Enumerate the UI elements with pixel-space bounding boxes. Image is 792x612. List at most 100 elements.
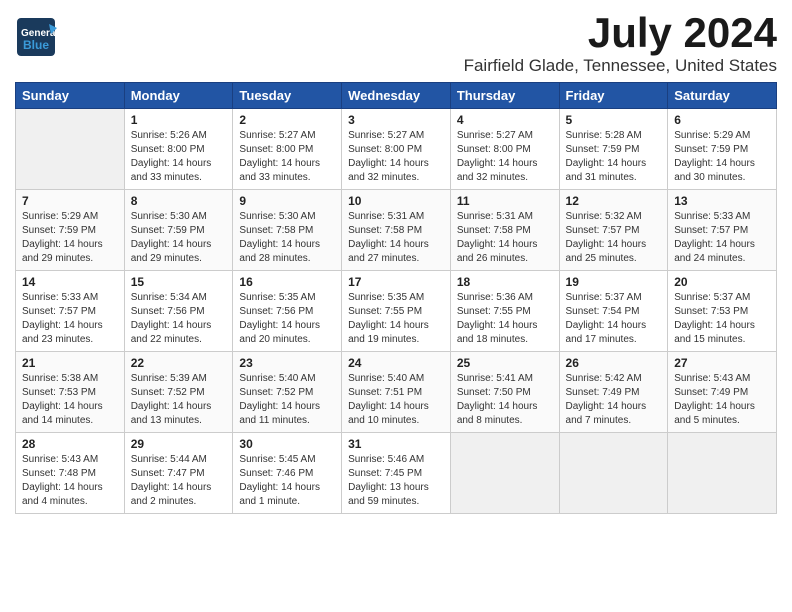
calendar-table: SundayMondayTuesdayWednesdayThursdayFrid… <box>15 82 777 514</box>
day-number: 16 <box>239 275 335 289</box>
calendar-cell: 30 Sunrise: 5:45 AM Sunset: 7:46 PM Dayli… <box>233 433 342 514</box>
day-number: 15 <box>131 275 227 289</box>
day-number: 8 <box>131 194 227 208</box>
calendar-row-2: 14 Sunrise: 5:33 AM Sunset: 7:57 PM Dayli… <box>16 271 777 352</box>
calendar-cell: 24 Sunrise: 5:40 AM Sunset: 7:51 PM Dayli… <box>342 352 451 433</box>
day-number: 29 <box>131 437 227 451</box>
cell-content: Sunrise: 5:41 AM Sunset: 7:50 PM Dayligh… <box>457 372 553 428</box>
cell-content: Sunrise: 5:33 AM Sunset: 7:57 PM Dayligh… <box>22 291 118 347</box>
calendar-row-3: 21 Sunrise: 5:38 AM Sunset: 7:53 PM Dayli… <box>16 352 777 433</box>
cell-content: Sunrise: 5:43 AM Sunset: 7:49 PM Dayligh… <box>674 372 770 428</box>
day-number: 10 <box>348 194 444 208</box>
day-number: 12 <box>566 194 662 208</box>
day-number: 27 <box>674 356 770 370</box>
cell-content: Sunrise: 5:37 AM Sunset: 7:53 PM Dayligh… <box>674 291 770 347</box>
calendar-cell: 6 Sunrise: 5:29 AM Sunset: 7:59 PM Daylig… <box>668 109 777 190</box>
calendar-cell: 12 Sunrise: 5:32 AM Sunset: 7:57 PM Dayli… <box>559 190 668 271</box>
day-number: 22 <box>131 356 227 370</box>
day-number: 24 <box>348 356 444 370</box>
cell-content: Sunrise: 5:29 AM Sunset: 7:59 PM Dayligh… <box>22 210 118 266</box>
calendar-cell <box>450 433 559 514</box>
cell-content: Sunrise: 5:31 AM Sunset: 7:58 PM Dayligh… <box>348 210 444 266</box>
cell-content: Sunrise: 5:43 AM Sunset: 7:48 PM Dayligh… <box>22 453 118 509</box>
calendar-cell <box>559 433 668 514</box>
cell-content: Sunrise: 5:44 AM Sunset: 7:47 PM Dayligh… <box>131 453 227 509</box>
calendar-cell: 4Sunrise: 5:27 AM Sunset: 8:00 PM Daylig… <box>450 109 559 190</box>
cell-content: Sunrise: 5:35 AM Sunset: 7:55 PM Dayligh… <box>348 291 444 347</box>
day-number: 28 <box>22 437 118 451</box>
cell-content: Sunrise: 5:36 AM Sunset: 7:55 PM Dayligh… <box>457 291 553 347</box>
calendar-cell: 7Sunrise: 5:29 AM Sunset: 7:59 PM Daylig… <box>16 190 125 271</box>
cell-content: Sunrise: 5:42 AM Sunset: 7:49 PM Dayligh… <box>566 372 662 428</box>
month-year-title: July 2024 <box>464 10 777 56</box>
logo: General Blue <box>15 16 57 58</box>
calendar-cell: 29 Sunrise: 5:44 AM Sunset: 7:47 PM Dayli… <box>124 433 233 514</box>
cell-content: Sunrise: 5:45 AM Sunset: 7:46 PM Dayligh… <box>239 453 335 509</box>
calendar-cell <box>16 109 125 190</box>
cell-content: Sunrise: 5:28 AM Sunset: 7:59 PM Dayligh… <box>566 129 662 185</box>
location-subtitle: Fairfield Glade, Tennessee, United State… <box>464 56 777 76</box>
day-number: 9 <box>239 194 335 208</box>
title-block: July 2024 Fairfield Glade, Tennessee, Un… <box>464 10 777 76</box>
calendar-row-4: 28 Sunrise: 5:43 AM Sunset: 7:48 PM Dayli… <box>16 433 777 514</box>
cell-content: Sunrise: 5:26 AM Sunset: 8:00 PM Dayligh… <box>131 129 227 185</box>
calendar-cell: 20 Sunrise: 5:37 AM Sunset: 7:53 PM Dayli… <box>668 271 777 352</box>
day-number: 14 <box>22 275 118 289</box>
calendar-cell: 16Sunrise: 5:35 AM Sunset: 7:56 PM Dayli… <box>233 271 342 352</box>
calendar-cell <box>668 433 777 514</box>
calendar-cell: 14 Sunrise: 5:33 AM Sunset: 7:57 PM Dayli… <box>16 271 125 352</box>
calendar-cell: 22 Sunrise: 5:39 AM Sunset: 7:52 PM Dayli… <box>124 352 233 433</box>
calendar-cell: 11Sunrise: 5:31 AM Sunset: 7:58 PM Dayli… <box>450 190 559 271</box>
cell-content: Sunrise: 5:38 AM Sunset: 7:53 PM Dayligh… <box>22 372 118 428</box>
calendar-cell: 17Sunrise: 5:35 AM Sunset: 7:55 PM Dayli… <box>342 271 451 352</box>
day-number: 2 <box>239 113 335 127</box>
calendar-cell: 18 Sunrise: 5:36 AM Sunset: 7:55 PM Dayli… <box>450 271 559 352</box>
day-number: 19 <box>566 275 662 289</box>
calendar-cell: 10 Sunrise: 5:31 AM Sunset: 7:58 PM Dayli… <box>342 190 451 271</box>
weekday-header-wednesday: Wednesday <box>342 83 451 109</box>
day-number: 21 <box>22 356 118 370</box>
day-number: 3 <box>348 113 444 127</box>
cell-content: Sunrise: 5:31 AM Sunset: 7:58 PM Dayligh… <box>457 210 553 266</box>
day-number: 25 <box>457 356 553 370</box>
calendar-cell: 27 Sunrise: 5:43 AM Sunset: 7:49 PM Dayli… <box>668 352 777 433</box>
calendar-row-1: 7Sunrise: 5:29 AM Sunset: 7:59 PM Daylig… <box>16 190 777 271</box>
calendar-cell: 8Sunrise: 5:30 AM Sunset: 7:59 PM Daylig… <box>124 190 233 271</box>
cell-content: Sunrise: 5:40 AM Sunset: 7:51 PM Dayligh… <box>348 372 444 428</box>
cell-content: Sunrise: 5:39 AM Sunset: 7:52 PM Dayligh… <box>131 372 227 428</box>
cell-content: Sunrise: 5:33 AM Sunset: 7:57 PM Dayligh… <box>674 210 770 266</box>
cell-content: Sunrise: 5:46 AM Sunset: 7:45 PM Dayligh… <box>348 453 444 509</box>
day-number: 30 <box>239 437 335 451</box>
day-number: 31 <box>348 437 444 451</box>
cell-content: Sunrise: 5:32 AM Sunset: 7:57 PM Dayligh… <box>566 210 662 266</box>
logo-icon: General Blue <box>15 16 57 58</box>
cell-content: Sunrise: 5:34 AM Sunset: 7:56 PM Dayligh… <box>131 291 227 347</box>
svg-text:Blue: Blue <box>23 38 49 52</box>
weekday-header-friday: Friday <box>559 83 668 109</box>
day-number: 26 <box>566 356 662 370</box>
cell-content: Sunrise: 5:27 AM Sunset: 8:00 PM Dayligh… <box>239 129 335 185</box>
cell-content: Sunrise: 5:37 AM Sunset: 7:54 PM Dayligh… <box>566 291 662 347</box>
calendar-cell: 21 Sunrise: 5:38 AM Sunset: 7:53 PM Dayli… <box>16 352 125 433</box>
cell-content: Sunrise: 5:27 AM Sunset: 8:00 PM Dayligh… <box>348 129 444 185</box>
day-number: 5 <box>566 113 662 127</box>
calendar-cell: 9Sunrise: 5:30 AM Sunset: 7:58 PM Daylig… <box>233 190 342 271</box>
calendar-cell: 5 Sunrise: 5:28 AM Sunset: 7:59 PM Daylig… <box>559 109 668 190</box>
day-number: 6 <box>674 113 770 127</box>
calendar-cell: 31 Sunrise: 5:46 AM Sunset: 7:45 PM Dayli… <box>342 433 451 514</box>
weekday-header-sunday: Sunday <box>16 83 125 109</box>
calendar-cell: 1 Sunrise: 5:26 AM Sunset: 8:00 PM Daylig… <box>124 109 233 190</box>
day-number: 23 <box>239 356 335 370</box>
cell-content: Sunrise: 5:27 AM Sunset: 8:00 PM Dayligh… <box>457 129 553 185</box>
weekday-header-tuesday: Tuesday <box>233 83 342 109</box>
day-number: 18 <box>457 275 553 289</box>
weekday-header-saturday: Saturday <box>668 83 777 109</box>
calendar-cell: 3 Sunrise: 5:27 AM Sunset: 8:00 PM Daylig… <box>342 109 451 190</box>
day-number: 13 <box>674 194 770 208</box>
day-number: 20 <box>674 275 770 289</box>
calendar-cell: 26 Sunrise: 5:42 AM Sunset: 7:49 PM Dayli… <box>559 352 668 433</box>
weekday-header-row: SundayMondayTuesdayWednesdayThursdayFrid… <box>16 83 777 109</box>
calendar-cell: 2 Sunrise: 5:27 AM Sunset: 8:00 PM Daylig… <box>233 109 342 190</box>
day-number: 1 <box>131 113 227 127</box>
cell-content: Sunrise: 5:29 AM Sunset: 7:59 PM Dayligh… <box>674 129 770 185</box>
